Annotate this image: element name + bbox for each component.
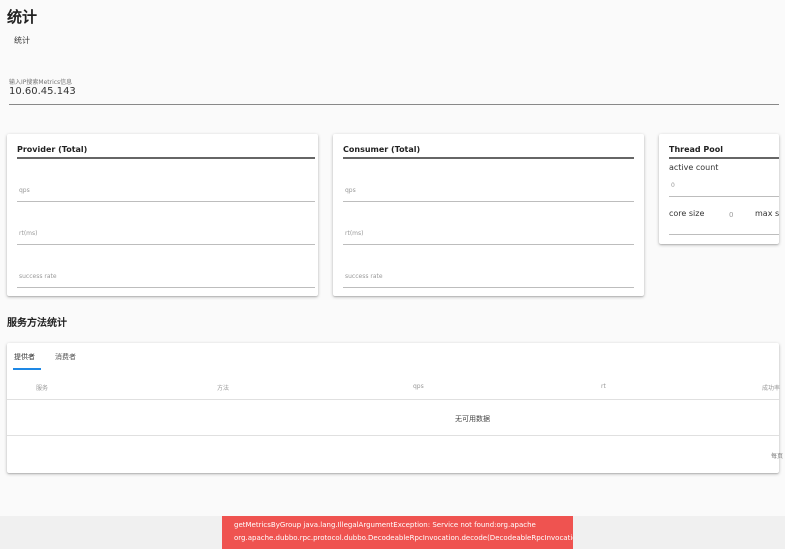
consumer-card-title: Consumer (Total) xyxy=(343,145,421,154)
thread-pool-title-divider xyxy=(669,157,779,159)
consumer-rt-label: rt(ms) xyxy=(345,230,364,237)
error-message-line-2: org.apache.dubbo.rpc.protocol.dubbo.Deco… xyxy=(234,534,573,542)
active-count-value: 0 xyxy=(671,182,675,189)
consumer-rt-field[interactable]: rt(ms) xyxy=(343,230,634,245)
thread-pool-card: Thread Pool active count 0 core size 0 m… xyxy=(659,134,779,244)
active-tab-indicator xyxy=(13,368,41,370)
provider-title-divider xyxy=(17,157,315,159)
core-size-field[interactable] xyxy=(669,220,779,235)
consumer-card: Consumer (Total) qps rt(ms) success rate xyxy=(333,134,644,296)
active-count-field[interactable]: 0 xyxy=(669,182,779,197)
consumer-qps-label: qps xyxy=(345,187,356,194)
empty-table-text: 无可用数据 xyxy=(455,415,490,423)
ip-search-label: 输入IP搜索Metrics信息 xyxy=(9,79,73,86)
column-header-rt[interactable]: rt xyxy=(601,383,606,390)
tab-consumers[interactable]: 消费者 xyxy=(55,352,76,362)
provider-success-rate-label: success rate xyxy=(19,273,57,280)
provider-rt-label: rt(ms) xyxy=(19,230,38,237)
table-empty-row: 无可用数据 xyxy=(7,400,779,436)
provider-success-rate-field[interactable]: success rate xyxy=(17,273,315,288)
ip-search-input[interactable] xyxy=(9,86,769,97)
column-header-success-rate[interactable]: 成功率 xyxy=(762,383,780,392)
provider-rt-field[interactable]: rt(ms) xyxy=(17,230,315,245)
tab-providers[interactable]: 提供者 xyxy=(14,352,35,362)
provider-qps-label: qps xyxy=(19,187,30,194)
active-count-label: active count xyxy=(669,163,719,172)
column-header-qps[interactable]: qps xyxy=(413,383,424,390)
page-title: 统计 xyxy=(7,8,38,26)
provider-card: Provider (Total) qps rt(ms) success rate xyxy=(7,134,318,296)
method-stats-tabs: 提供者 消费者 xyxy=(7,343,779,370)
method-stats-card: 提供者 消费者 服务 方法 qps rt 成功率 无可用数据 每页 xyxy=(7,343,783,473)
consumer-qps-field[interactable]: qps xyxy=(343,187,634,202)
column-header-method[interactable]: 方法 xyxy=(217,383,229,392)
error-message-line-1: getMetricsByGroup java.lang.IllegalArgum… xyxy=(234,521,536,529)
consumer-title-divider xyxy=(343,157,634,159)
ip-search-field[interactable]: 输入IP搜索Metrics信息 xyxy=(9,77,779,105)
provider-card-title: Provider (Total) xyxy=(17,145,88,154)
breadcrumb: 统计 xyxy=(14,36,30,45)
table-header: 服务 方法 qps rt 成功率 xyxy=(7,371,780,400)
max-size-label: max s xyxy=(755,209,779,218)
column-header-service[interactable]: 服务 xyxy=(36,383,48,392)
pagination-rows-per-page-label: 每页 xyxy=(771,453,784,460)
core-size-label: core size xyxy=(669,209,705,218)
method-stats-title: 服务方法统计 xyxy=(7,318,67,329)
error-snackbar[interactable]: getMetricsByGroup java.lang.IllegalArgum… xyxy=(222,516,573,549)
thread-pool-title: Thread Pool xyxy=(669,145,724,154)
provider-qps-field[interactable]: qps xyxy=(17,187,315,202)
consumer-success-rate-field[interactable]: success rate xyxy=(343,273,634,288)
core-size-value: 0 xyxy=(729,211,734,219)
consumer-success-rate-label: success rate xyxy=(345,273,383,280)
